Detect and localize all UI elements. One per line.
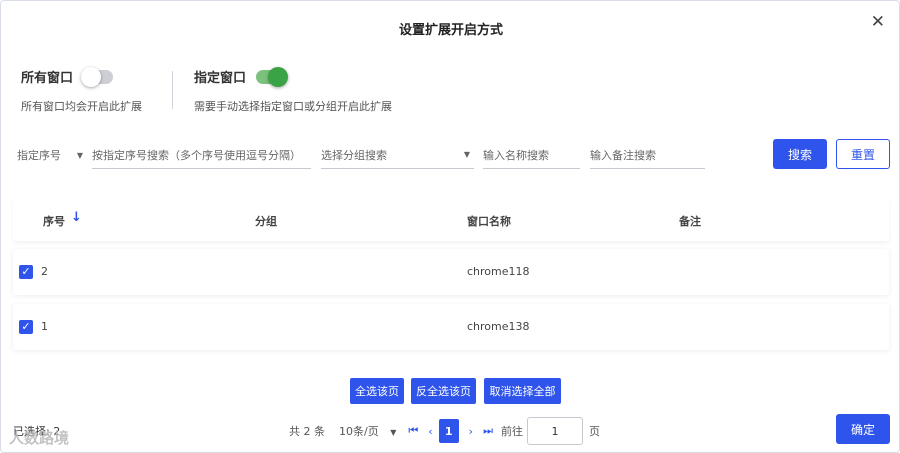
serial-select-value: 指定序号 bbox=[17, 149, 61, 162]
pagination: 共 2 条 10条/页 ▼ ⏮ ‹ 1 › ⏭ 前往 页 bbox=[289, 417, 600, 445]
name-search-placeholder: 输入名称搜索 bbox=[483, 148, 549, 162]
serial-select[interactable]: 指定序号 ▼ bbox=[17, 141, 85, 169]
mode-all-label: 所有窗口 bbox=[21, 71, 74, 86]
toggle-knob bbox=[268, 66, 289, 87]
mode-specific-windows: 指定窗口 bbox=[194, 66, 289, 87]
name-search-input[interactable]: 输入名称搜索 bbox=[483, 141, 580, 169]
row-checkbox[interactable]: ✓ bbox=[19, 265, 33, 279]
goto-page-input[interactable] bbox=[526, 417, 583, 445]
first-page-icon[interactable]: ⏮ bbox=[408, 424, 418, 438]
confirm-button[interactable]: 确定 bbox=[836, 414, 890, 444]
page-unit-label: 页 bbox=[588, 425, 600, 438]
mode-specific-desc: 需要手动选择指定窗口或分组开启此扩展 bbox=[194, 100, 392, 113]
row-serial: 1 bbox=[41, 320, 48, 333]
serial-search-placeholder: 按指定序号搜索（多个序号使用逗号分隔） bbox=[92, 148, 301, 162]
invert-page-button[interactable]: 反全选该页 bbox=[411, 378, 476, 404]
last-page-icon[interactable]: ⏭ bbox=[483, 424, 493, 438]
close-icon[interactable]: ✕ bbox=[871, 13, 885, 31]
page-size-select[interactable]: 10条/页 ▼ bbox=[339, 423, 396, 439]
page-number-current[interactable]: 1 bbox=[438, 419, 459, 443]
header-window-name: 窗口名称 bbox=[467, 215, 511, 228]
all-windows-toggle[interactable] bbox=[81, 66, 114, 87]
search-button[interactable]: 搜索 bbox=[773, 139, 827, 169]
remark-search-input[interactable]: 输入备注搜索 bbox=[590, 141, 705, 169]
header-group: 分组 bbox=[255, 215, 277, 228]
dialog-title: 设置扩展开启方式 bbox=[398, 23, 503, 38]
toggle-knob bbox=[81, 66, 102, 87]
dialog: 设置扩展开启方式 ✕ 所有窗口 所有窗口均会开启此扩展 指定窗口 需要手动选择指… bbox=[0, 0, 900, 453]
row-window-name: chrome138 bbox=[467, 320, 530, 333]
row-checkbox[interactable]: ✓ bbox=[19, 320, 33, 334]
sort-arrow-down-icon[interactable]: ↓ bbox=[71, 210, 82, 225]
chevron-down-icon: ▼ bbox=[463, 150, 470, 159]
page-size-value: 10条/页 bbox=[339, 425, 379, 438]
remark-search-placeholder: 输入备注搜索 bbox=[590, 148, 656, 162]
chevron-down-icon: ▼ bbox=[390, 428, 397, 437]
row-window-name: chrome118 bbox=[467, 265, 530, 278]
cancel-all-button[interactable]: 取消选择全部 bbox=[484, 378, 561, 404]
table-row[interactable]: ✓ 1 chrome138 bbox=[13, 304, 889, 350]
group-select-placeholder: 选择分组搜索 bbox=[321, 148, 387, 162]
mode-specific-label: 指定窗口 bbox=[194, 71, 247, 86]
group-select[interactable]: 选择分组搜索 ▼ bbox=[321, 141, 474, 169]
chevron-down-icon: ▼ bbox=[76, 150, 83, 160]
serial-search-input[interactable]: 按指定序号搜索（多个序号使用逗号分隔） bbox=[92, 141, 311, 169]
select-page-button[interactable]: 全选该页 bbox=[350, 378, 404, 404]
reset-button[interactable]: 重置 bbox=[836, 139, 890, 169]
pagination-total: 共 2 条 bbox=[289, 425, 325, 438]
row-serial: 2 bbox=[41, 265, 48, 278]
specific-windows-toggle[interactable] bbox=[256, 66, 289, 87]
table-row[interactable]: ✓ 2 chrome118 bbox=[13, 249, 889, 295]
table-header: 序号 ↓ 分组 窗口名称 备注 bbox=[13, 199, 889, 241]
mode-all-desc: 所有窗口均会开启此扩展 bbox=[21, 100, 142, 113]
header-remark: 备注 bbox=[679, 215, 701, 228]
mode-divider bbox=[172, 71, 173, 109]
header-serial[interactable]: 序号 bbox=[43, 213, 65, 229]
prev-page-icon[interactable]: ‹ bbox=[428, 425, 432, 438]
watermark-logo: 人数路境 bbox=[9, 429, 70, 447]
next-page-icon[interactable]: › bbox=[469, 425, 473, 438]
goto-label: 前往 bbox=[500, 425, 523, 438]
mode-all-windows: 所有窗口 bbox=[21, 66, 114, 87]
